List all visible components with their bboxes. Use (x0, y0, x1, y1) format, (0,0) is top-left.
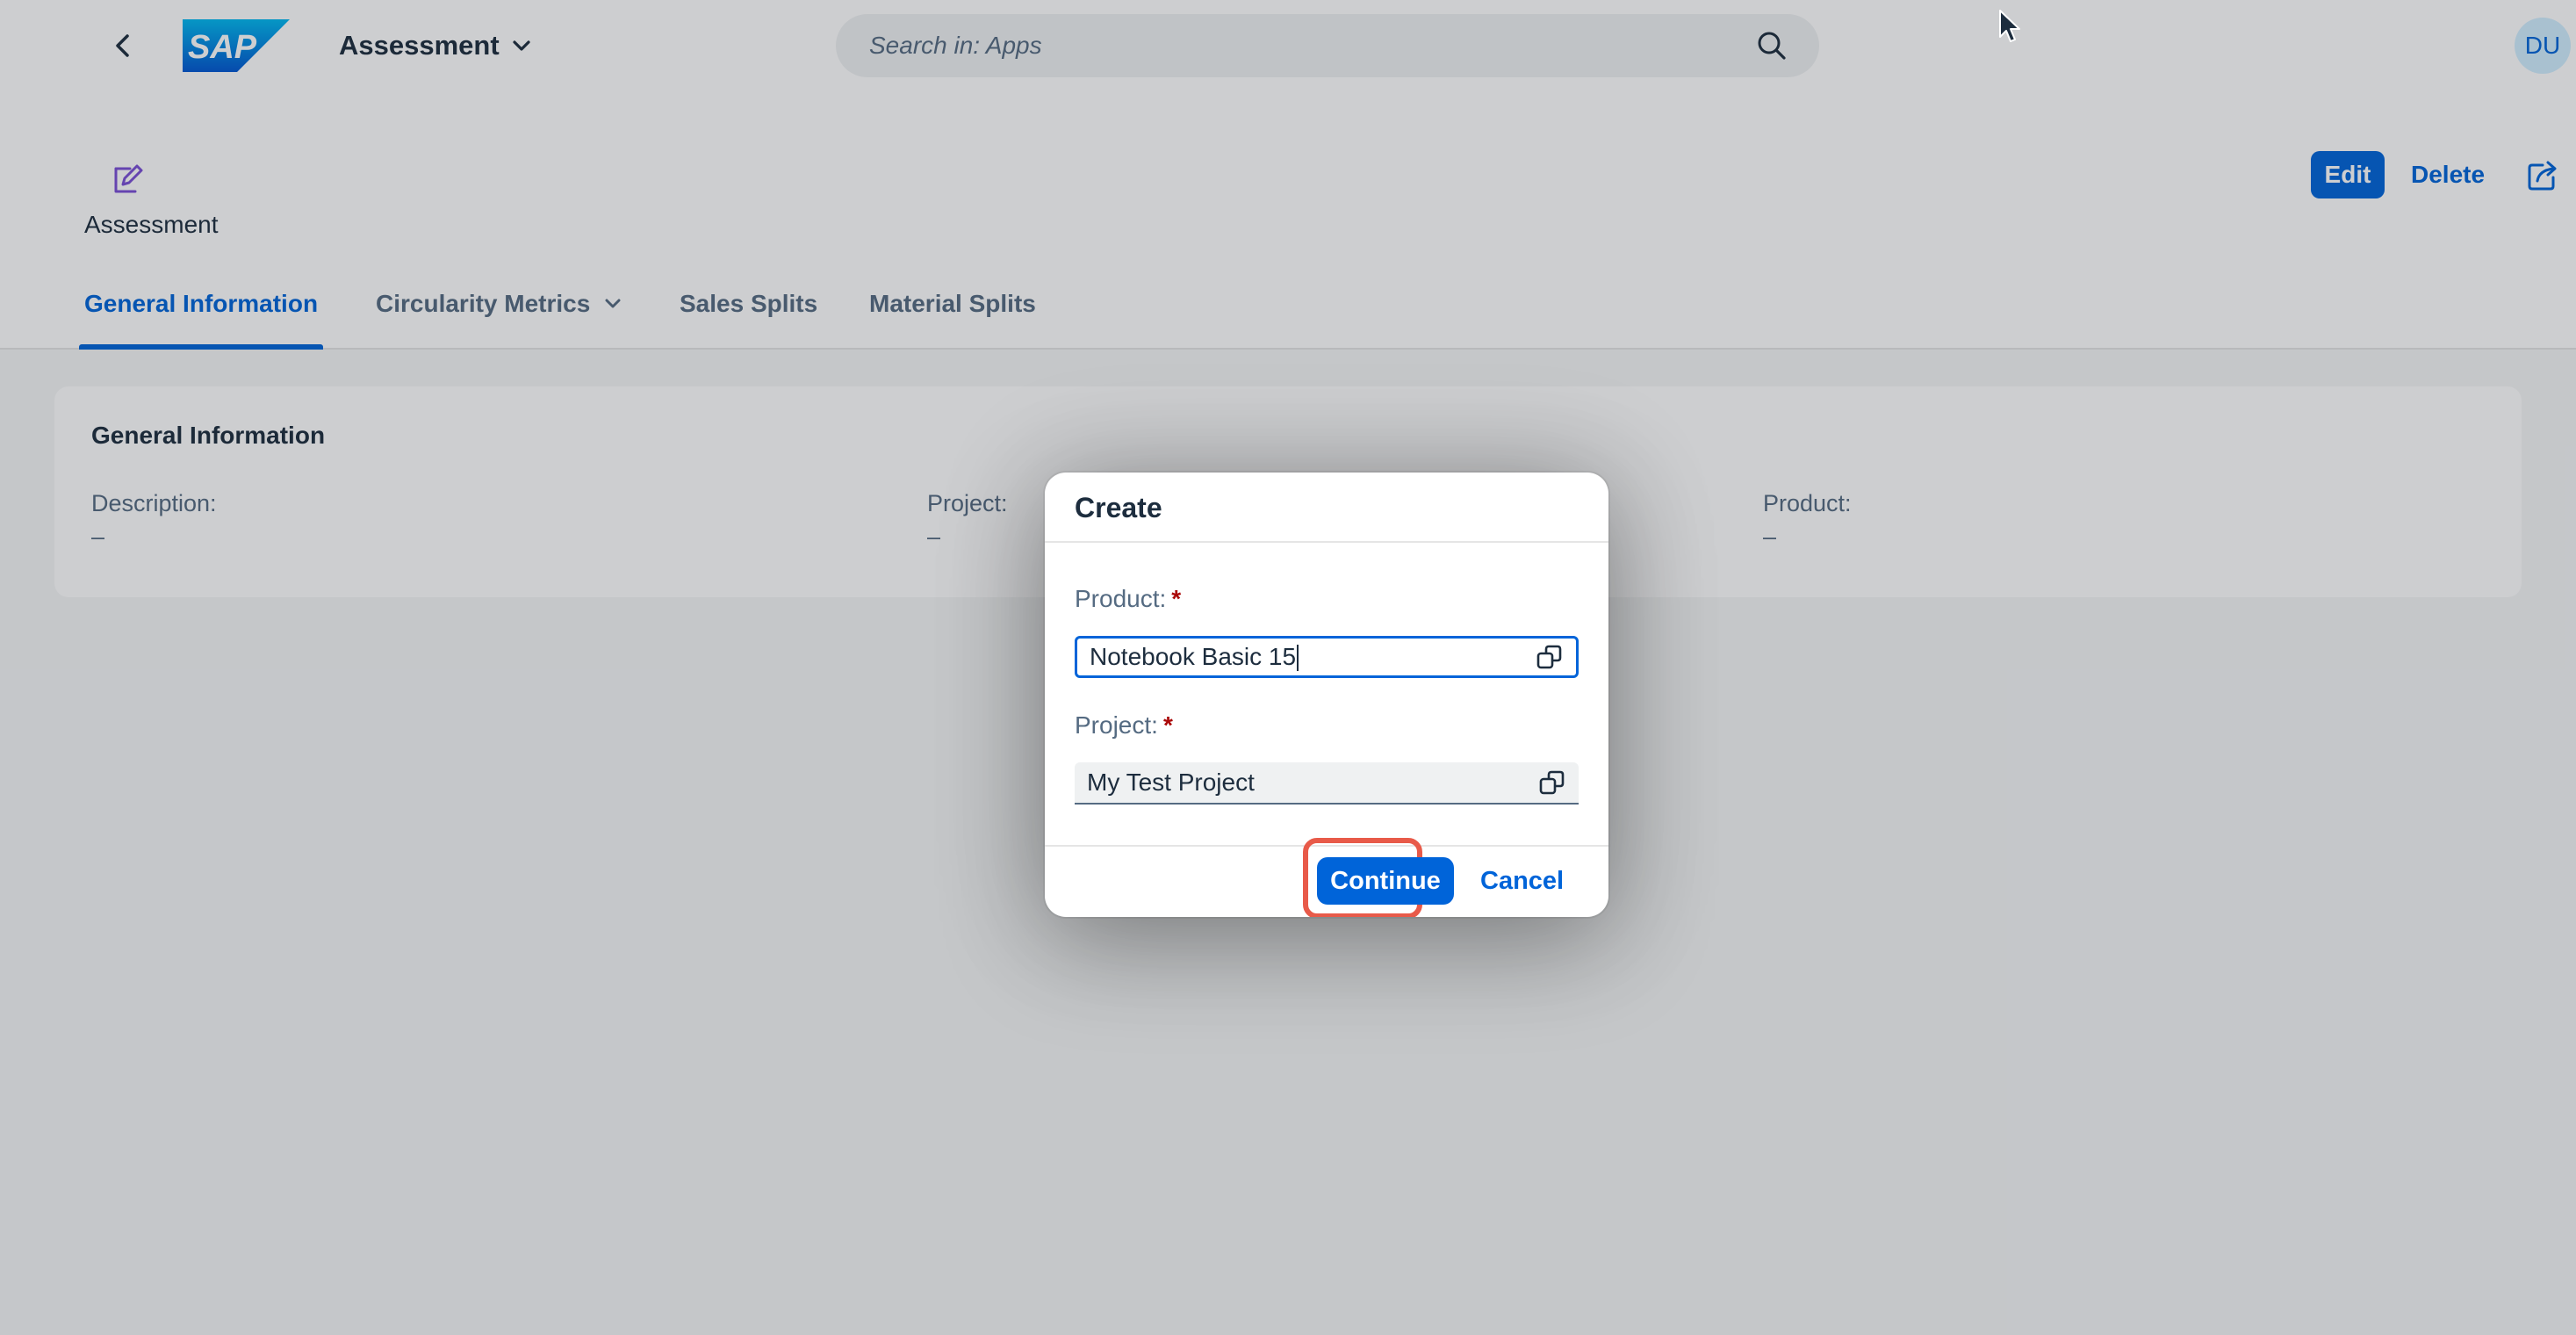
dialog-header: Create (1045, 473, 1608, 543)
project-input[interactable]: My Test Project (1075, 762, 1579, 805)
text-caret (1297, 645, 1299, 672)
required-marker: * (1171, 585, 1182, 612)
dialog-footer: Continue Cancel (1045, 838, 1608, 917)
product-field-label: Product: * (1075, 585, 1181, 613)
product-input-value: Notebook Basic 15 (1090, 643, 1536, 672)
project-input-value: My Test Project (1087, 769, 1255, 796)
product-label-text: Product: (1075, 585, 1167, 612)
value-help-icon[interactable] (1538, 769, 1566, 797)
create-dialog: Create Product: * Notebook Basic 15 Proj… (1045, 473, 1608, 917)
value-help-icon[interactable] (1536, 643, 1564, 671)
required-marker: * (1162, 711, 1173, 739)
continue-button[interactable]: Continue (1317, 857, 1454, 905)
project-label-text: Project: (1075, 711, 1158, 739)
product-input[interactable]: Notebook Basic 15 (1075, 636, 1579, 678)
project-field-label: Project: * (1075, 711, 1173, 740)
cancel-button[interactable]: Cancel (1475, 857, 1569, 905)
product-input-text: Notebook Basic 15 (1090, 642, 1297, 670)
mouse-cursor-icon (1999, 10, 2020, 42)
dialog-title: Create (1075, 492, 1162, 523)
